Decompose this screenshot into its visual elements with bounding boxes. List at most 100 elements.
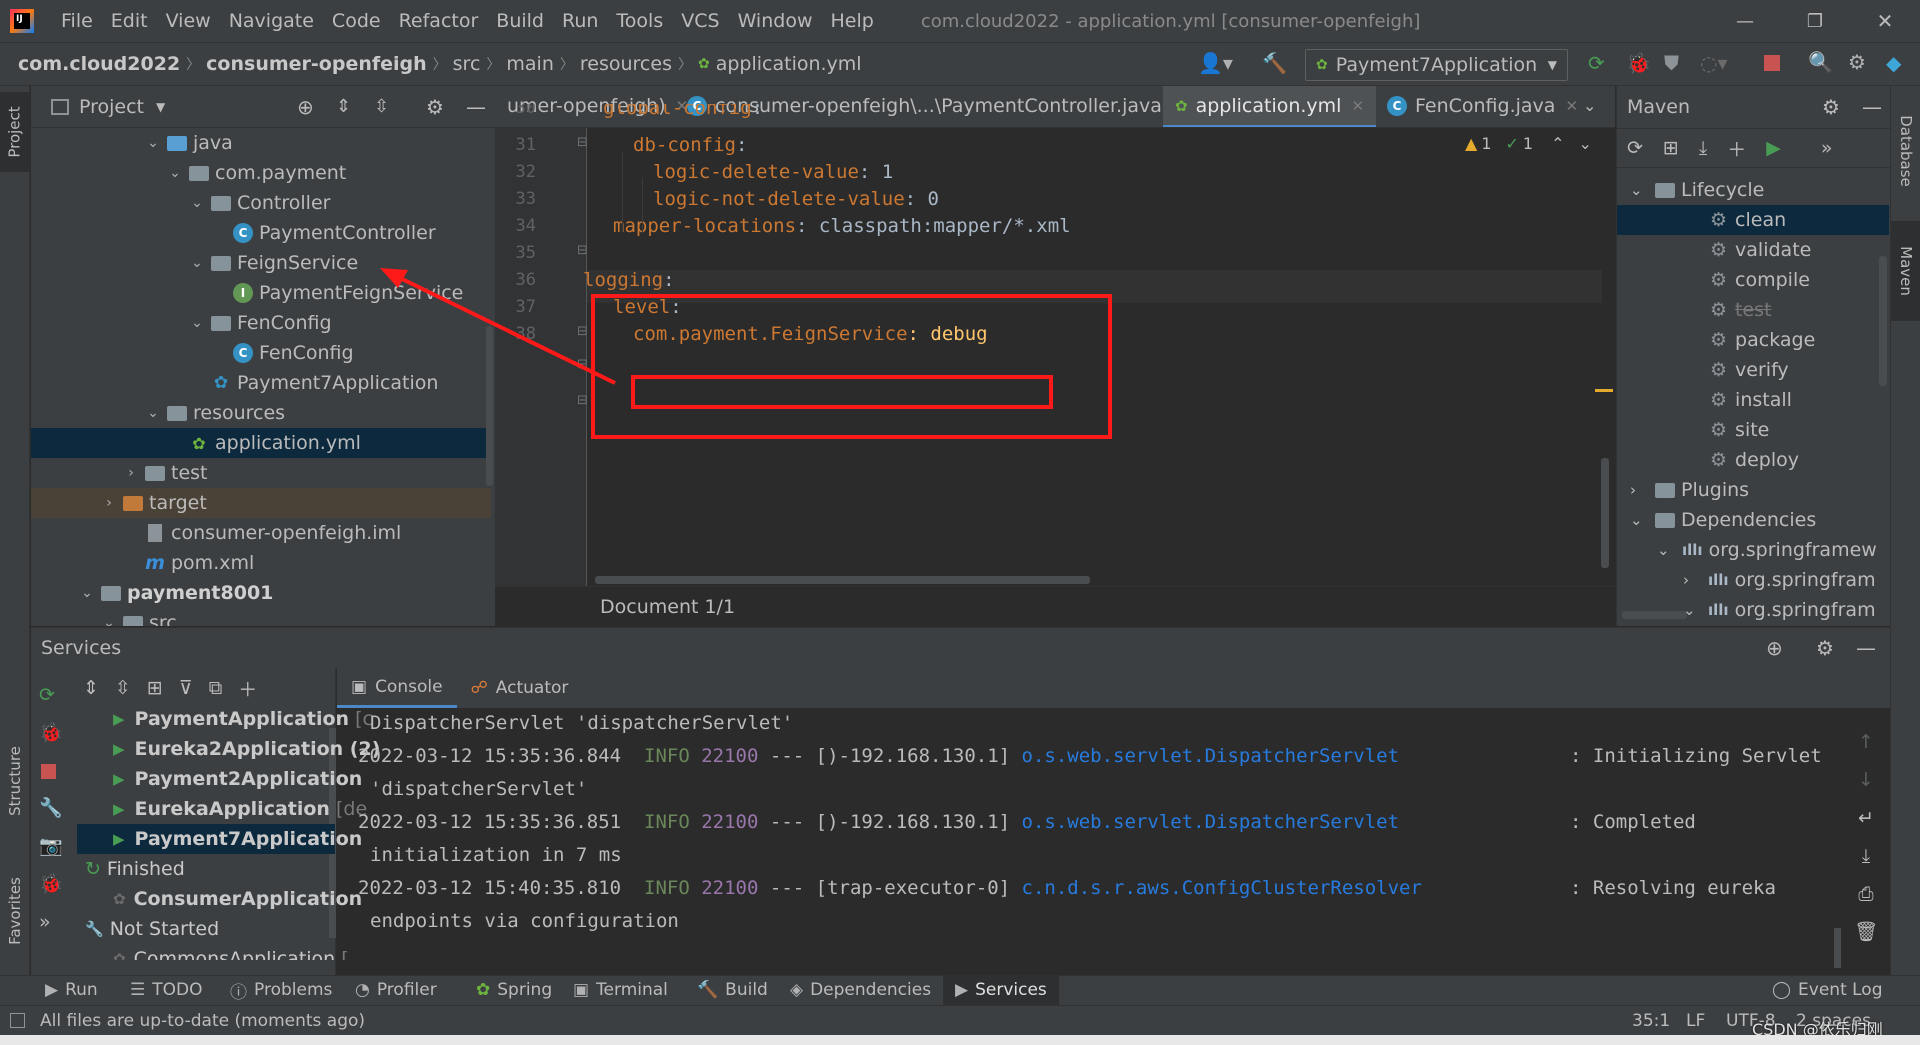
maven-hscroll[interactable] — [1622, 611, 1687, 619]
maven-item[interactable]: › Plugins — [1630, 475, 1749, 505]
soft-wrap-icon[interactable]: ↵ — [1851, 799, 1881, 837]
maven-item[interactable]: ⚙ verify — [1710, 355, 1789, 385]
folder-icon — [1655, 512, 1675, 528]
console-icon: ▣ — [351, 676, 368, 697]
log-logger[interactable]: c.n.d.s.r.aws.ConfigClusterResolver — [1022, 877, 1422, 899]
maven-item-label: site — [1735, 419, 1770, 441]
not-started-group[interactable]: 🔧 Not Started — [85, 914, 219, 944]
bottom-tab-services[interactable]: ▶ Services — [943, 975, 1059, 1005]
maven-item[interactable]: ⚙ install — [1710, 385, 1792, 415]
maven-title[interactable]: Maven — [1627, 96, 1690, 118]
chevron-right-icon[interactable]: › — [1683, 571, 1708, 589]
filter-icon[interactable]: ⊽ — [179, 677, 193, 699]
group-icon[interactable]: ⊞ — [147, 677, 163, 699]
service-item[interactable]: ▶ PaymentApplication [c — [113, 704, 373, 734]
reload-icon[interactable]: ⟳ — [1627, 137, 1643, 159]
hide-panel-icon[interactable]: — — [1856, 636, 1876, 660]
gear-icon[interactable]: ⚙ — [1816, 636, 1834, 660]
maven-item[interactable]: ⚙ validate — [1710, 235, 1811, 265]
tab-console[interactable]: ▣ Console — [337, 668, 457, 708]
maven-item[interactable]: ⌄ ıllı org.springframew — [1657, 535, 1877, 565]
more-icon[interactable]: » — [1821, 137, 1833, 159]
folder-icon — [1655, 182, 1675, 198]
maven-item[interactable]: ⚙ deploy — [1710, 445, 1799, 475]
print-icon[interactable]: ⎙ — [1851, 875, 1881, 913]
trash-icon[interactable]: 🗑 — [1851, 913, 1881, 951]
more-icon[interactable]: » — [39, 903, 63, 941]
chevron-down-icon[interactable]: ⌄ — [1683, 601, 1708, 619]
not-started-label: Not Started — [109, 918, 220, 940]
new-tab-icon[interactable]: ⧉ — [209, 677, 223, 699]
maven-tool-button[interactable]: Maven — [1891, 221, 1920, 321]
scroll-down-icon[interactable]: ↓ — [1851, 761, 1881, 799]
line-separator[interactable]: LF — [1686, 1011, 1705, 1031]
maven-item[interactable]: ⌄ Lifecycle — [1630, 175, 1764, 205]
maven-vscroll[interactable] — [1879, 256, 1887, 386]
bottom-tab-terminal[interactable]: ▣ Terminal — [573, 975, 668, 1005]
bottom-tab-problems[interactable]: ⓘ Problems — [230, 975, 332, 1005]
service-item[interactable]: ▶ Payment7Application — [113, 824, 362, 854]
caret-position[interactable]: 35:1 — [1632, 1011, 1670, 1031]
service-item[interactable]: ▶ EurekaApplication [de — [113, 794, 367, 824]
wrench-icon: 🔧 — [85, 920, 104, 938]
bottom-tab-build[interactable]: 🔨 Build — [697, 975, 768, 1005]
log-logger[interactable]: o.s.web.servlet.DispatcherServlet — [1022, 745, 1400, 767]
service-item[interactable]: ▶ Eureka2Application (2) — [113, 734, 380, 764]
tab-label: Actuator — [495, 678, 569, 698]
maven-item[interactable]: ⚙ package — [1710, 325, 1815, 355]
bottom-tab-todo[interactable]: ☰ TODO — [130, 975, 203, 1005]
scroll-to-end-icon[interactable]: ⤓ — [1851, 837, 1881, 875]
add-icon[interactable]: ＋ — [1727, 135, 1746, 162]
maven-item-label: org.springfram — [1734, 569, 1876, 591]
maven-item[interactable]: › ıllı org.springfram — [1683, 565, 1876, 595]
bottom-tab-profiler[interactable]: ◔ Profiler — [355, 975, 437, 1005]
maven-item[interactable]: ⚙ clean — [1710, 205, 1786, 235]
download-icon[interactable]: ⤓ — [1699, 137, 1707, 159]
service-item[interactable]: ▶ Payment2Application — [113, 764, 362, 794]
run-icon[interactable]: ▶ — [1766, 137, 1781, 159]
console-line: endpoints via configuration — [370, 905, 679, 938]
bottom-tab-event-log[interactable]: ◯ Event Log — [1772, 975, 1883, 1005]
scroll-up-icon[interactable]: ↑ — [1851, 723, 1881, 761]
camera-icon[interactable]: 📷 — [39, 827, 63, 865]
console-vscroll[interactable] — [1834, 928, 1841, 968]
chevron-down-icon[interactable]: ⌄ — [1657, 541, 1682, 559]
hide-panel-icon[interactable]: — — [1862, 95, 1882, 119]
run-icon: ▶ — [113, 740, 125, 758]
log-logger[interactable]: o.s.web.servlet.DispatcherServlet — [1022, 811, 1400, 833]
gear-icon[interactable]: ⚙ — [1822, 95, 1840, 119]
console-tab-bar: ▣ Console ☍ Actuator — [337, 668, 1890, 708]
rerun-icon[interactable]: ⟳ — [39, 676, 63, 714]
expand-all-icon[interactable]: ⇕ — [83, 677, 99, 699]
database-tool-button[interactable]: Database — [1891, 96, 1920, 206]
stop-icon[interactable] — [41, 764, 56, 779]
services-title[interactable]: Services — [41, 637, 121, 659]
debug-icon[interactable]: 🐞 — [39, 714, 63, 752]
run-icon: ▶ — [113, 800, 125, 818]
status-icon[interactable] — [10, 1013, 25, 1028]
bottom-tab-spring[interactable]: ✿ Spring — [476, 975, 552, 1005]
wrench-icon[interactable]: 🔧 — [39, 789, 63, 827]
log-message: : Initializing Servlet — [1570, 745, 1822, 767]
bottom-tab-run[interactable]: ▶ Run — [45, 975, 98, 1005]
collapse-all-icon[interactable]: ⇳ — [115, 677, 131, 699]
maven-item[interactable]: ⌄ Dependencies — [1630, 505, 1816, 535]
maven-item[interactable]: ⚙ test — [1710, 295, 1772, 325]
bottom-tab-dependencies[interactable]: ◈ Dependencies — [790, 975, 931, 1005]
debug-icon[interactable]: 🐞 — [39, 865, 63, 903]
service-item[interactable]: ✿ ConsumerApplication — [113, 884, 362, 914]
services-toolbar: ⇕ ⇳ ⊞ ⊽ ⧉ ＋ — [31, 668, 336, 708]
finished-group[interactable]: ↻ Finished — [85, 854, 185, 884]
gear-icon: ⚙ — [1710, 419, 1728, 441]
chevron-down-icon[interactable]: ⌄ — [1630, 511, 1655, 529]
maven-item[interactable]: ⌄ ıllı org.springfram — [1683, 595, 1876, 625]
tab-actuator[interactable]: ☍ Actuator — [457, 668, 583, 708]
maven-item[interactable]: ⚙ site — [1710, 415, 1769, 445]
chevron-right-icon[interactable]: › — [1630, 481, 1655, 499]
maven-item-label: org.springfram — [1734, 599, 1876, 621]
add-project-icon[interactable]: ⊞ — [1663, 137, 1679, 159]
locate-icon[interactable]: ⊕ — [1766, 636, 1783, 660]
add-icon[interactable]: ＋ — [238, 675, 257, 702]
chevron-down-icon[interactable]: ⌄ — [1630, 181, 1655, 199]
maven-item[interactable]: ⚙ compile — [1710, 265, 1810, 295]
